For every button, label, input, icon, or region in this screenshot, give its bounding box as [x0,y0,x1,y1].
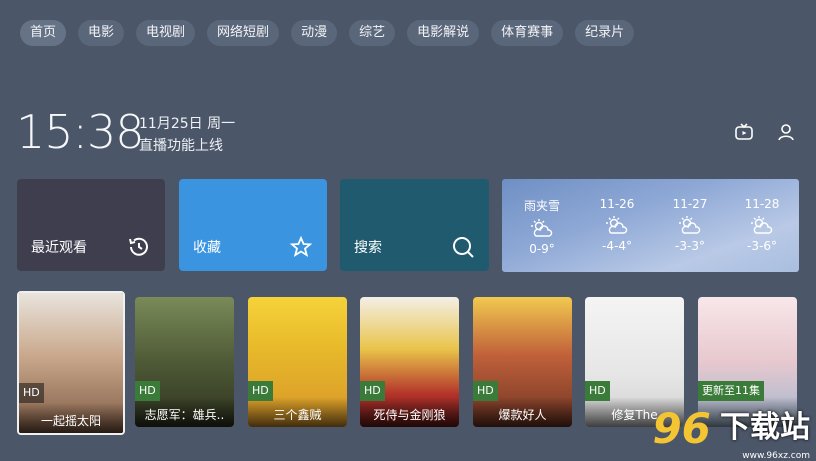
episode-update-badge: 更新至11集 [698,381,764,401]
weather-day: 11-28 -3-6° [732,197,792,253]
cloud-sun-icon [531,219,553,237]
weather-temp: -3-6° [747,239,777,253]
poster-title: 志愿军：雄兵.. [144,408,225,422]
top-right-icons [734,122,796,142]
weather-day: 雨夹雪 0-9° [512,197,572,256]
tab-sports[interactable]: 体育赛事 [491,20,564,46]
favorites-card[interactable]: 收藏 [179,179,327,271]
quality-badge: HD [248,381,273,401]
clock-time: 15:38 [16,105,145,159]
user-icon[interactable] [776,122,796,142]
star-icon [289,235,313,257]
quality-badge: HD [135,381,160,401]
tab-home[interactable]: 首页 [20,20,67,46]
search-label: 搜索 [354,240,382,256]
cloud-sun-icon [751,216,773,234]
weather-day: 11-27 -3-3° [660,197,720,253]
quality-badge: HD [585,381,610,401]
favorites-label: 收藏 [193,240,221,256]
site-watermark: 96 下载站 [652,402,810,453]
weather-temp: -4-4° [602,239,632,253]
poster-title: 一起摇太阳 [40,414,101,428]
weather-day-label: 雨夹雪 [523,199,560,213]
poster-card[interactable]: HD 一起摇太阳 [17,291,125,435]
poster-title: 爆款好人 [498,408,547,422]
weather-day: 11-26 -4-4° [587,197,647,253]
weather-card[interactable]: 雨夹雪 0-9° 11-26 -4-4° 11-27 -3-3° 11-28 -… [502,179,799,272]
tv-live-icon[interactable] [734,122,754,142]
poster-card[interactable]: HD 三个鑫贼 [248,297,347,427]
poster-card[interactable]: HD 死侍与金刚狼 [360,297,459,427]
cloud-sun-icon [679,216,701,234]
quality-badge: HD [473,381,498,401]
watermark-logo-number: 96 [652,404,711,453]
weather-temp: 0-9° [529,242,555,256]
tab-documentary[interactable]: 纪录片 [575,20,635,46]
search-card[interactable]: 搜索 [340,179,489,271]
tab-web-short-drama[interactable]: 网络短剧 [207,20,280,46]
tab-movie-commentary[interactable]: 电影解说 [407,20,480,46]
recent-watch-label: 最近观看 [31,240,87,256]
weather-day-label: 11-26 [599,197,635,211]
quality-badge: HD [19,383,44,403]
tab-variety[interactable]: 综艺 [349,20,396,46]
poster-title: 三个鑫贼 [273,408,322,422]
recent-watch-card[interactable]: 最近观看 [17,179,165,271]
top-nav: 首页 电影 电视剧 网络短剧 动漫 综艺 电影解说 体育赛事 纪录片 [20,20,635,46]
tab-tv-series[interactable]: 电视剧 [136,20,196,46]
status-message: 直播功能上线 [139,138,223,154]
poster-title: 死侍与金刚狼 [373,408,446,422]
watermark-logo-text: 下载站 [720,410,810,445]
weather-day-label: 11-28 [744,197,780,211]
tab-movies[interactable]: 电影 [78,20,125,46]
date-text: 11月25日 周一 [139,116,236,132]
weather-day-label: 11-27 [672,197,708,211]
tab-anime[interactable]: 动漫 [291,20,338,46]
quality-badge: HD [360,381,385,401]
poster-card[interactable]: HD 志愿军：雄兵.. [135,297,234,427]
history-icon [129,237,148,256]
cloud-sun-icon [606,216,628,234]
watermark-url: www.96xz.com [742,451,810,461]
search-icon [453,237,474,258]
poster-card[interactable]: HD 爆款好人 [473,297,572,427]
weather-temp: -3-3° [675,239,705,253]
